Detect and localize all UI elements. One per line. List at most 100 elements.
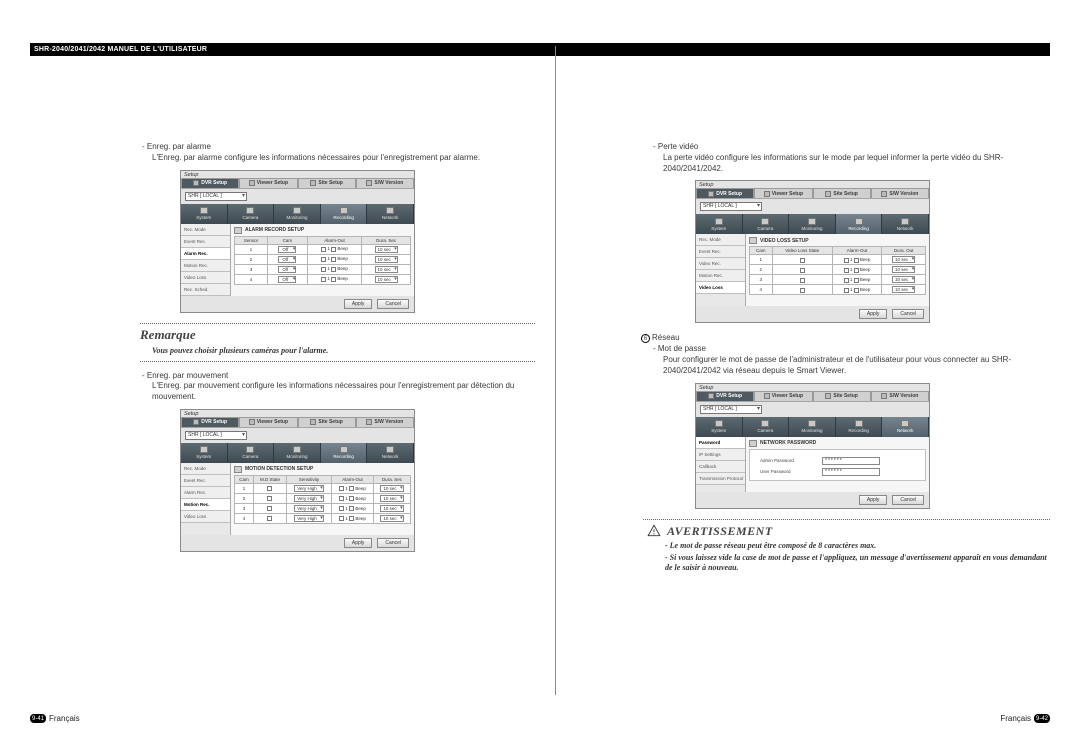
checkbox[interactable] xyxy=(331,267,336,272)
side-item[interactable]: Event Rec. xyxy=(696,246,745,258)
admin-password-field[interactable]: ****** xyxy=(822,457,880,465)
tab-dvr-setup[interactable]: DVR Setup xyxy=(181,417,239,427)
apply-button[interactable]: Apply xyxy=(859,309,888,319)
tab-dvr-setup[interactable]: DVR Setup xyxy=(181,178,239,188)
user-password-field[interactable]: ****** xyxy=(822,468,880,476)
tab-site-setup[interactable]: Site Setup xyxy=(298,178,356,188)
tab-dvr-setup[interactable]: DVR Setup xyxy=(696,391,754,401)
duration-dropdown[interactable]: 10 sec xyxy=(380,485,403,492)
nav-camera[interactable]: Camera xyxy=(743,417,790,437)
tab-sw-version[interactable]: S/W Version xyxy=(356,178,414,188)
nav-recording[interactable]: Recording xyxy=(321,204,368,224)
checkbox[interactable] xyxy=(339,486,344,491)
cancel-button[interactable]: Cancel xyxy=(377,538,409,548)
checkbox[interactable] xyxy=(800,258,805,263)
dvr-select[interactable]: SHR [ LOCAL ] xyxy=(700,405,762,414)
nav-recording[interactable]: Recording xyxy=(836,417,883,437)
duration-dropdown[interactable]: 10 sec xyxy=(380,495,403,502)
tab-sw-version[interactable]: S/W Version xyxy=(871,188,929,198)
apply-button[interactable]: Apply xyxy=(344,538,373,548)
side-item[interactable]: Password xyxy=(696,437,745,449)
side-item[interactable]: Callback xyxy=(696,461,745,473)
cam-dropdown[interactable]: Off xyxy=(278,246,296,253)
nav-monitoring[interactable]: Monitoring xyxy=(274,443,321,463)
checkbox[interactable] xyxy=(267,486,272,491)
checkbox[interactable] xyxy=(349,506,354,511)
checkbox[interactable] xyxy=(854,288,859,293)
duration-dropdown[interactable]: 10 sec xyxy=(892,276,915,283)
apply-button[interactable]: Apply xyxy=(859,495,888,505)
checkbox[interactable] xyxy=(339,516,344,521)
checkbox[interactable] xyxy=(844,288,849,293)
nav-monitoring[interactable]: Monitoring xyxy=(274,204,321,224)
checkbox[interactable] xyxy=(267,506,272,511)
nav-camera[interactable]: Camera xyxy=(743,214,790,234)
side-item[interactable]: Rec. Mode xyxy=(181,224,230,236)
tab-site-setup[interactable]: Site Setup xyxy=(298,417,356,427)
nav-monitoring[interactable]: Monitoring xyxy=(789,417,836,437)
tab-viewer-setup[interactable]: Viewer Setup xyxy=(239,178,297,188)
dvr-select[interactable]: SHR [ LOCAL ] xyxy=(185,192,247,201)
checkbox[interactable] xyxy=(349,486,354,491)
duration-dropdown[interactable]: 10 sec xyxy=(892,286,915,293)
tab-dvr-setup[interactable]: DVR Setup xyxy=(696,188,754,198)
side-item[interactable]: Video Loss xyxy=(181,272,230,284)
side-item[interactable]: Event Rec. xyxy=(181,475,230,487)
checkbox[interactable] xyxy=(331,277,336,282)
checkbox[interactable] xyxy=(339,496,344,501)
side-item[interactable]: Rec. Mode xyxy=(696,234,745,246)
side-item[interactable]: Video Rec. xyxy=(696,258,745,270)
checkbox[interactable] xyxy=(321,247,326,252)
checkbox[interactable] xyxy=(267,516,272,521)
checkbox[interactable] xyxy=(331,247,336,252)
checkbox[interactable] xyxy=(267,496,272,501)
checkbox[interactable] xyxy=(321,257,326,262)
side-item[interactable]: Motion Rec. xyxy=(181,499,230,511)
nav-network[interactable]: Network xyxy=(882,214,929,234)
duration-dropdown[interactable]: 10 sec xyxy=(892,266,915,273)
dvr-select[interactable]: SHR [ LOCAL ] xyxy=(700,202,762,211)
side-item[interactable]: Event Rec. xyxy=(181,236,230,248)
nav-system[interactable]: System xyxy=(696,417,743,437)
cam-dropdown[interactable]: Off xyxy=(278,256,296,263)
side-item[interactable]: Alarm Rec. xyxy=(181,487,230,499)
side-item[interactable]: Motion Rec. xyxy=(696,270,745,282)
cancel-button[interactable]: Cancel xyxy=(377,299,409,309)
tab-viewer-setup[interactable]: Viewer Setup xyxy=(754,188,812,198)
nav-camera[interactable]: Camera xyxy=(228,443,275,463)
nav-system[interactable]: System xyxy=(696,214,743,234)
checkbox[interactable] xyxy=(844,268,849,273)
cam-dropdown[interactable]: Off xyxy=(278,276,296,283)
checkbox[interactable] xyxy=(349,516,354,521)
duration-dropdown[interactable]: 10 sec xyxy=(375,266,398,273)
tab-site-setup[interactable]: Site Setup xyxy=(813,391,871,401)
duration-dropdown[interactable]: 10 sec xyxy=(380,515,403,522)
checkbox[interactable] xyxy=(844,278,849,283)
dvr-select[interactable]: SHR [ LOCAL ] xyxy=(185,431,247,440)
checkbox[interactable] xyxy=(854,258,859,263)
duration-dropdown[interactable]: 10 sec xyxy=(375,256,398,263)
side-item[interactable]: Video Loss xyxy=(181,511,230,523)
side-item[interactable]: Alarm Rec. xyxy=(181,248,230,260)
checkbox[interactable] xyxy=(854,268,859,273)
side-item[interactable]: Motion Rec. xyxy=(181,260,230,272)
duration-dropdown[interactable]: 10 sec xyxy=(380,505,403,512)
duration-dropdown[interactable]: 10 sec xyxy=(375,276,398,283)
nav-network[interactable]: Network xyxy=(367,443,414,463)
side-item[interactable]: Rec. Mode xyxy=(181,463,230,475)
nav-recording[interactable]: Recording xyxy=(321,443,368,463)
checkbox[interactable] xyxy=(854,278,859,283)
nav-network[interactable]: Network xyxy=(882,417,929,437)
checkbox[interactable] xyxy=(331,257,336,262)
nav-recording[interactable]: Recording xyxy=(836,214,883,234)
tab-viewer-setup[interactable]: Viewer Setup xyxy=(754,391,812,401)
tab-viewer-setup[interactable]: Viewer Setup xyxy=(239,417,297,427)
checkbox[interactable] xyxy=(339,506,344,511)
cam-dropdown[interactable]: Off xyxy=(278,266,296,273)
apply-button[interactable]: Apply xyxy=(344,299,373,309)
checkbox[interactable] xyxy=(800,278,805,283)
cancel-button[interactable]: Cancel xyxy=(892,309,924,319)
sensitivity-dropdown[interactable]: Very High xyxy=(294,515,324,522)
duration-dropdown[interactable]: 10 sec xyxy=(375,246,398,253)
side-item[interactable]: Transmission Protocol xyxy=(696,473,745,485)
